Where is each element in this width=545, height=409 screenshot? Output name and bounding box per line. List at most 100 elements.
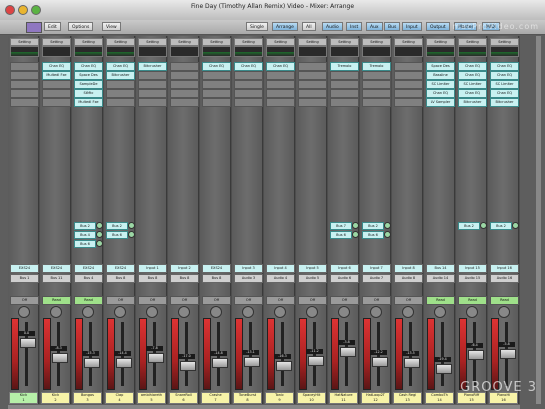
setting-button[interactable]: Setting bbox=[330, 38, 359, 46]
empty-insert-slot[interactable] bbox=[106, 89, 135, 98]
setting-button[interactable]: Setting bbox=[106, 38, 135, 46]
eq-thumbnail[interactable] bbox=[458, 46, 487, 57]
options-menu[interactable]: Options bbox=[68, 22, 94, 31]
eq-thumbnail[interactable] bbox=[234, 46, 263, 57]
insert-slot[interactable]: Multedl Fxe bbox=[42, 71, 71, 80]
track-name[interactable]: HatLoop2T 12 bbox=[361, 392, 390, 404]
empty-insert-slot[interactable] bbox=[10, 62, 39, 71]
pan-knob[interactable] bbox=[274, 306, 286, 318]
insert-slot[interactable]: Chan EQ bbox=[458, 71, 487, 80]
automation-mode[interactable]: Off bbox=[170, 296, 199, 305]
send-knob[interactable] bbox=[96, 240, 103, 247]
empty-insert-slot[interactable] bbox=[170, 71, 199, 80]
empty-insert-slot[interactable] bbox=[10, 71, 39, 80]
send-slot[interactable]: Bus 6 bbox=[106, 231, 128, 239]
send-slot[interactable]: Bus 7 bbox=[330, 222, 352, 230]
tab-single[interactable]: Single bbox=[246, 22, 268, 31]
eq-thumbnail[interactable] bbox=[362, 46, 391, 57]
tab-arrange[interactable]: Arrange bbox=[272, 22, 298, 31]
input-slot[interactable]: Input 15 bbox=[458, 264, 487, 273]
automation-mode[interactable]: Read bbox=[426, 296, 455, 305]
input-slot[interactable]: Input 7 bbox=[362, 264, 391, 273]
insert-slot[interactable]: Chan EQ bbox=[266, 62, 295, 71]
input-slot[interactable]: EXS24 bbox=[202, 264, 231, 273]
eq-thumbnail[interactable] bbox=[106, 46, 135, 57]
insert-slot[interactable]: SampleDe bbox=[74, 80, 103, 89]
send-knob[interactable] bbox=[384, 222, 391, 229]
insert-slot[interactable]: SC Limiter bbox=[426, 80, 455, 89]
empty-insert-slot[interactable] bbox=[298, 62, 327, 71]
volume-fader[interactable] bbox=[468, 350, 484, 360]
send-slot[interactable]: Bus 2 bbox=[74, 222, 96, 230]
send-knob[interactable] bbox=[128, 231, 135, 238]
filter-bus[interactable]: Bus bbox=[384, 22, 401, 31]
empty-insert-slot[interactable] bbox=[42, 89, 71, 98]
input-slot[interactable]: Input 5 bbox=[298, 264, 327, 273]
input-slot[interactable]: Bus 14 bbox=[426, 264, 455, 273]
automation-mode[interactable]: Off bbox=[330, 296, 359, 305]
insert-slot[interactable]: SC Limiter bbox=[490, 80, 519, 89]
volume-fader[interactable] bbox=[244, 356, 260, 367]
setting-button[interactable]: Setting bbox=[362, 38, 391, 46]
setting-button[interactable]: Setting bbox=[202, 38, 231, 46]
output-slot[interactable]: Bus 4 bbox=[74, 274, 103, 283]
horizontal-scrollbar[interactable] bbox=[8, 405, 520, 409]
insert-slot[interactable]: Bitcrusher bbox=[138, 62, 167, 71]
output-slot[interactable]: Audio 4 bbox=[266, 274, 295, 283]
eq-thumbnail[interactable] bbox=[10, 46, 39, 57]
input-slot[interactable]: Input 6 bbox=[330, 264, 359, 273]
empty-insert-slot[interactable] bbox=[330, 89, 359, 98]
volume-fader[interactable] bbox=[404, 358, 420, 369]
pan-knob[interactable] bbox=[178, 306, 190, 318]
empty-insert-slot[interactable] bbox=[362, 80, 391, 89]
volume-fader[interactable] bbox=[212, 358, 228, 369]
pan-knob[interactable] bbox=[210, 306, 222, 318]
pan-knob[interactable] bbox=[370, 306, 382, 318]
output-slot[interactable]: Audio 3 bbox=[234, 274, 263, 283]
track-name[interactable]: Cash Regi 13 bbox=[393, 392, 422, 404]
insert-slot[interactable]: Chan EQ bbox=[74, 62, 103, 71]
pan-knob[interactable] bbox=[242, 306, 254, 318]
track-name[interactable]: HatNature 11 bbox=[329, 392, 358, 404]
insert-slot[interactable]: Bassline bbox=[426, 71, 455, 80]
setting-button[interactable]: Setting bbox=[426, 38, 455, 46]
send-slot[interactable]: Bus 6 bbox=[74, 240, 96, 248]
output-slot[interactable]: Audio 16 bbox=[490, 274, 519, 283]
pan-knob[interactable] bbox=[306, 306, 318, 318]
eq-thumbnail[interactable] bbox=[490, 46, 519, 57]
empty-insert-slot[interactable] bbox=[298, 98, 327, 107]
send-knob[interactable] bbox=[352, 222, 359, 229]
insert-slot[interactable]: StMtc bbox=[74, 89, 103, 98]
empty-insert-slot[interactable] bbox=[266, 80, 295, 89]
filter-inst[interactable]: Inst bbox=[346, 22, 363, 31]
empty-insert-slot[interactable] bbox=[362, 71, 391, 80]
output-slot[interactable]: Bus 11 bbox=[42, 274, 71, 283]
track-name[interactable]: Tonic 9 bbox=[265, 392, 294, 404]
tab-all[interactable]: All bbox=[302, 22, 316, 31]
track-name[interactable]: ComboTh 14 bbox=[425, 392, 454, 404]
input-slot[interactable]: Input 1 bbox=[138, 264, 167, 273]
insert-slot[interactable]: Space Des bbox=[74, 71, 103, 80]
edit-menu[interactable]: Edit bbox=[44, 22, 61, 31]
empty-insert-slot[interactable] bbox=[330, 71, 359, 80]
track-name[interactable]: Crashe 7 bbox=[201, 392, 230, 404]
pan-knob[interactable] bbox=[146, 306, 158, 318]
insert-slot[interactable]: Chan EQ bbox=[426, 89, 455, 98]
eq-thumbnail[interactable] bbox=[266, 46, 295, 57]
output-slot[interactable]: Audio 15 bbox=[458, 274, 487, 283]
output-slot[interactable]: Bus 8 bbox=[138, 274, 167, 283]
empty-insert-slot[interactable] bbox=[202, 71, 231, 80]
insert-slot[interactable]: SC Limiter bbox=[458, 80, 487, 89]
setting-button[interactable]: Setting bbox=[234, 38, 263, 46]
empty-insert-slot[interactable] bbox=[394, 89, 423, 98]
empty-insert-slot[interactable] bbox=[362, 89, 391, 98]
automation-mode[interactable]: Off bbox=[362, 296, 391, 305]
track-name[interactable]: Kick 1 bbox=[9, 392, 38, 404]
output-slot[interactable]: Bus 8 bbox=[106, 274, 135, 283]
volume-fader[interactable] bbox=[276, 361, 292, 372]
send-knob[interactable] bbox=[480, 222, 487, 229]
output-slot[interactable]: Bus 8 bbox=[202, 274, 231, 283]
automation-mode[interactable]: Off bbox=[106, 296, 135, 305]
volume-fader[interactable] bbox=[180, 361, 196, 372]
empty-insert-slot[interactable] bbox=[330, 98, 359, 107]
